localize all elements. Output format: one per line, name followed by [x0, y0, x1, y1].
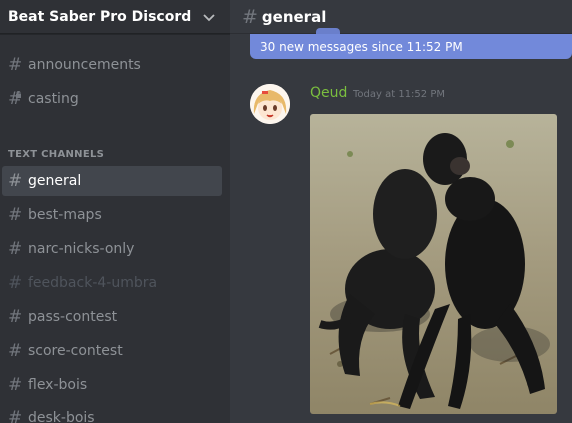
channel-score-contest[interactable]: # score-contest: [2, 336, 222, 366]
server-name: Beat Saber Pro Discord: [8, 8, 192, 25]
channel-title: general: [261, 7, 327, 26]
channel-label: narc-nicks-only: [28, 241, 135, 257]
channel-announcements[interactable]: # announcements: [2, 50, 222, 80]
channel-label: general: [28, 173, 82, 189]
hash-icon: #: [242, 5, 258, 28]
channel-label: desk-bois: [28, 410, 95, 423]
category-text-channels[interactable]: TEXT CHANNELS: [8, 149, 104, 160]
channel-flex-bois[interactable]: # flex-bois: [2, 370, 222, 400]
message-author[interactable]: Qeud: [310, 85, 347, 101]
hash-icon: #: [8, 273, 23, 293]
channel-label: score-contest: [28, 343, 123, 359]
channel-label: announcements: [28, 57, 141, 73]
attached-image[interactable]: [310, 114, 557, 414]
chat-area: # general 30 new messages since 11:52 PM…: [230, 0, 572, 423]
hash-icon: #: [8, 171, 23, 191]
hash-icon: #: [8, 375, 23, 395]
channel-pass-contest[interactable]: # pass-contest: [2, 302, 222, 332]
hash-icon: #: [8, 239, 23, 259]
chevron-down-icon: [203, 13, 215, 21]
channel-desk-bois[interactable]: # desk-bois: [2, 403, 222, 423]
server-header[interactable]: Beat Saber Pro Discord: [0, 0, 230, 34]
channel-label: best-maps: [28, 207, 102, 223]
channel-label: flex-bois: [28, 377, 88, 393]
hash-icon: #: [8, 55, 23, 75]
avatar[interactable]: [250, 84, 290, 124]
channel-sidebar: Beat Saber Pro Discord # announcements #…: [0, 0, 230, 423]
hash-icon: #: [8, 408, 23, 423]
channel-label: feedback-4-umbra: [28, 275, 158, 291]
message-timestamp: Today at 11:52 PM: [353, 89, 445, 100]
hash-icon: #: [8, 341, 23, 361]
hash-icon: #: [8, 307, 23, 327]
locked-hash-icon: #: [8, 89, 23, 109]
channel-label: casting: [28, 91, 79, 107]
channel-label: pass-contest: [28, 309, 118, 325]
hash-icon: #: [8, 205, 23, 225]
channel-header: # general: [230, 0, 572, 34]
channel-casting[interactable]: # casting: [2, 84, 222, 114]
channel-general[interactable]: # general: [2, 166, 222, 196]
channel-feedback-4-umbra[interactable]: # feedback-4-umbra: [2, 268, 222, 298]
bonobo-photo: [310, 114, 557, 414]
anime-avatar-image: [250, 84, 290, 124]
channel-best-maps[interactable]: # best-maps: [2, 200, 222, 230]
new-messages-bar[interactable]: 30 new messages since 11:52 PM: [250, 34, 572, 59]
channel-narc-nicks-only[interactable]: # narc-nicks-only: [2, 234, 222, 264]
